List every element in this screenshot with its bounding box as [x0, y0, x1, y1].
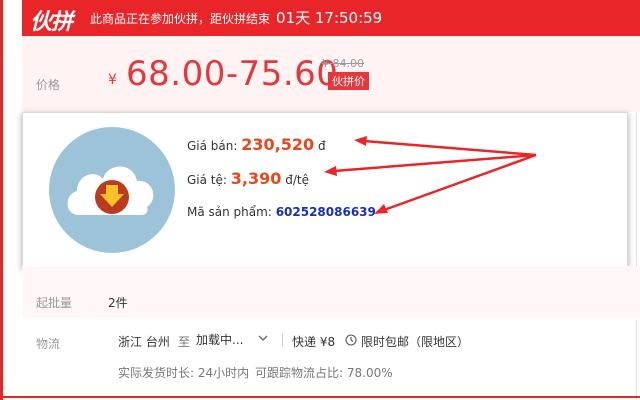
product-code-row: Mã sản phẩm: 602528086639: [187, 205, 376, 219]
ship-to-label: 至: [178, 335, 191, 349]
chevron-down-icon: [258, 331, 268, 348]
currency-symbol: ¥: [108, 72, 117, 88]
free-shipping-note: 限时包邮（限地区）: [361, 335, 470, 349]
sale-price-value: 230,520: [241, 135, 315, 154]
huopin-logo: 伙拼: [30, 10, 73, 35]
logistics-separator: [282, 333, 283, 347]
price-range: 68.00-75.60: [126, 54, 339, 94]
original-price: ¥ 84.00: [322, 57, 364, 70]
countdown-timer: 01天 17:50:59: [276, 9, 383, 27]
product-code-value: 602528086639: [275, 205, 376, 219]
ship-origin: 浙江 台州: [118, 335, 170, 349]
cloud-download-icon[interactable]: [49, 127, 175, 253]
tracking-ratio: 可跟踪物流占比: 78.00%: [255, 366, 393, 380]
destination-value: 加载中...: [196, 333, 244, 347]
exchange-rate-value: 3,390: [230, 169, 282, 188]
moq-section: 起批量 2件: [22, 266, 640, 318]
price-label: 价格: [36, 78, 61, 92]
sale-price-row: Giá bán: 230,520 đ: [187, 135, 326, 154]
bottom-frame-line: [0, 396, 640, 398]
exchange-rate-label: Giá tệ:: [187, 173, 227, 187]
sale-price-unit: đ: [317, 139, 326, 153]
exchange-rate-row: Giá tệ: 3,390 đ/tệ: [187, 169, 309, 188]
delivery-time: 实际发货时长: 24小时内: [118, 366, 250, 380]
product-code-label: Mã sản phẩm:: [187, 205, 272, 219]
shipping-fee: 快递 ¥8: [292, 335, 336, 349]
moq-value: 2件: [108, 296, 128, 310]
exchange-rate-unit: đ/tệ: [285, 173, 309, 187]
promo-price-tag: 伙拼价: [328, 72, 369, 90]
section-divider: [22, 318, 640, 320]
moq-label: 起批量: [36, 296, 73, 310]
promo-text: 此商品正在参加伙拼，距伙拼结束: [90, 12, 271, 26]
destination-dropdown[interactable]: 加载中...: [196, 331, 274, 349]
product-info-popup: Giá bán: 230,520 đ Giá tệ: 3,390 đ/tệ Mã…: [22, 112, 628, 268]
clock-icon: [345, 334, 357, 346]
left-edge-bar: [0, 0, 3, 400]
sale-price-label: Giá bán:: [187, 139, 238, 153]
logistics-label: 物流: [36, 337, 61, 351]
promo-banner: 伙拼 此商品正在参加伙拼，距伙拼结束 01天 17:50:59: [22, 0, 640, 36]
price-section: 价格 ¥ 68.00-75.60 ¥ 84.00 伙拼价: [22, 36, 640, 112]
